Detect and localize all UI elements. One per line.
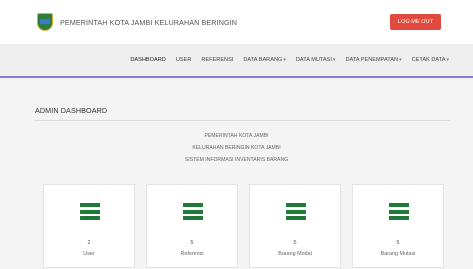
stat-count: 5 — [396, 240, 400, 246]
brand-title[interactable]: PEMERINTAH KOTA JAMBI KELURAHAN BERINGIN — [60, 18, 237, 27]
nav-label: DATA BARANG — [243, 57, 283, 63]
nav-item-data-barang[interactable]: DATA BARANG▾ — [243, 57, 285, 63]
info-line-system: SISTEM INFORMASI INVENTARIS BARANG — [184, 157, 289, 163]
nav-item-referensi[interactable]: REFERENSI — [201, 57, 233, 63]
stat-label: Barang Modal — [278, 251, 312, 257]
menu-bars-icon — [389, 203, 409, 220]
stat-count: 2 — [87, 240, 91, 246]
stat-card-barang-modal[interactable]: 5 Barang Modal — [249, 184, 341, 268]
stat-label: Referensi — [180, 251, 204, 257]
nav-item-dashboard[interactable]: DASHBOARD — [130, 57, 165, 63]
menu-bars-icon — [80, 203, 100, 220]
title-divider — [35, 120, 450, 121]
caret-down-icon: ▾ — [399, 57, 402, 63]
stat-card-barang-mutasi[interactable]: 5 Barang Mutasi — [352, 184, 444, 268]
stat-count: 5 — [190, 240, 194, 246]
nav-item-data-penempatan[interactable]: DATA PENEMPATAN▾ — [345, 57, 401, 63]
nav-item-data-mutasi[interactable]: DATA MUTASI▾ — [296, 57, 336, 63]
stat-card-referensi[interactable]: 5 Referensi — [146, 184, 238, 268]
nav-label: CETAK DATA — [411, 57, 446, 63]
top-header: PEMERINTAH KOTA JAMBI KELURAHAN BERINGIN… — [0, 0, 473, 44]
nav-label: DASHBOARD — [130, 57, 166, 63]
nav-label: REFERENSI — [201, 57, 234, 63]
caret-down-icon: ▾ — [283, 57, 286, 63]
page-title: ADMIN DASHBOARD — [35, 106, 108, 115]
main-nav: DASHBOARD USER REFERENSI DATA BARANG▾ DA… — [0, 44, 473, 78]
info-line-kelurahan: KELURAHAN BERINGIN KOTA JAMBI — [192, 145, 281, 151]
stat-label: Barang Mutasi — [380, 251, 416, 257]
city-emblem-icon — [36, 12, 54, 32]
caret-down-icon: ▾ — [446, 57, 449, 63]
stat-card-user[interactable]: 2 User — [43, 184, 135, 268]
nav-label: USER — [175, 57, 192, 63]
main-content: ADMIN DASHBOARD PEMERINTAH KOTA JAMBI KE… — [0, 80, 473, 269]
stat-count: 5 — [293, 240, 297, 246]
nav-label: DATA MUTASI — [295, 57, 332, 63]
nav-item-cetak-data[interactable]: CETAK DATA▾ — [412, 57, 449, 63]
nav-label: DATA PENEMPATAN — [345, 57, 399, 63]
info-line-government: PEMERINTAH KOTA JAMBI — [204, 133, 269, 139]
logout-button[interactable]: LOG ME OUT — [389, 14, 441, 30]
menu-bars-icon — [183, 203, 203, 220]
menu-bars-icon — [286, 203, 306, 220]
caret-down-icon: ▾ — [332, 57, 336, 63]
stat-label: User — [83, 251, 95, 257]
nav-item-user[interactable]: USER — [176, 57, 192, 63]
